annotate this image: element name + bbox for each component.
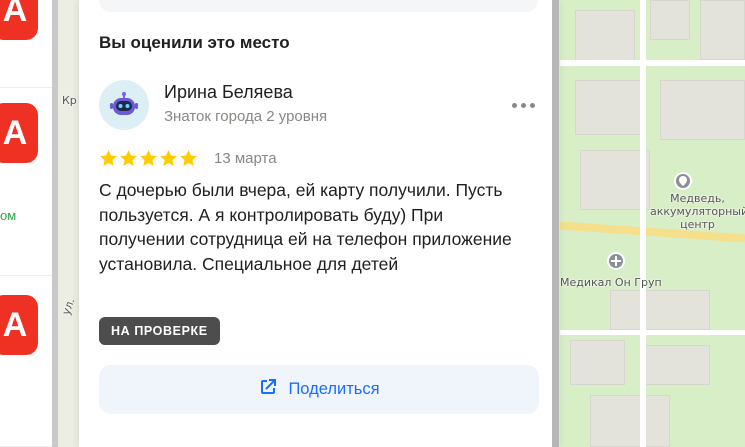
star-icon bbox=[180, 150, 197, 166]
bank-logo: А bbox=[0, 0, 38, 40]
review-panel: Вы оценили это место Ирина Беляева Знато… bbox=[79, 0, 558, 447]
list-item[interactable]: А bbox=[0, 0, 55, 88]
review-date: 13 марта bbox=[214, 150, 277, 167]
panel-scrollbar[interactable] bbox=[552, 0, 559, 447]
share-icon bbox=[258, 377, 278, 402]
author-level: Знаток города 2 уровня bbox=[164, 108, 328, 125]
map-street-fragment: Кр bbox=[62, 94, 77, 107]
map-label-medical[interactable]: Медикал Он Груп bbox=[560, 276, 690, 289]
bank-logo: А bbox=[0, 103, 38, 163]
map-medical-icon[interactable] bbox=[607, 252, 625, 270]
map-poi-icon[interactable] bbox=[674, 172, 692, 190]
author-name[interactable]: Ирина Беляева bbox=[164, 82, 293, 103]
share-button[interactable]: Поделиться bbox=[99, 365, 539, 414]
rating-stars bbox=[99, 149, 198, 169]
review-text: С дочерью были вчера, ей карту получили.… bbox=[99, 180, 512, 274]
section-title: Вы оценили это место bbox=[99, 33, 290, 52]
list-scrollbar[interactable] bbox=[52, 0, 58, 447]
list-item[interactable]: А bbox=[0, 278, 55, 447]
star-icon bbox=[120, 150, 137, 166]
list-item-link[interactable]: ом bbox=[0, 208, 16, 223]
more-dots-icon[interactable] bbox=[509, 98, 537, 112]
previous-card bbox=[99, 0, 538, 12]
share-label: Поделиться bbox=[288, 380, 380, 398]
star-icon bbox=[140, 150, 157, 166]
robot-avatar-icon[interactable] bbox=[99, 80, 149, 130]
bank-logo: А bbox=[0, 295, 38, 355]
results-list: А А ом А bbox=[0, 0, 56, 447]
star-icon bbox=[100, 150, 117, 166]
map-label-medved[interactable]: Медведь, аккумуляторный центр bbox=[650, 192, 745, 231]
status-badge: НА ПРОВЕРКЕ bbox=[99, 317, 220, 345]
map-street-fragment: ул. bbox=[59, 296, 78, 317]
list-item[interactable]: А bbox=[0, 88, 55, 276]
star-icon bbox=[160, 150, 177, 166]
